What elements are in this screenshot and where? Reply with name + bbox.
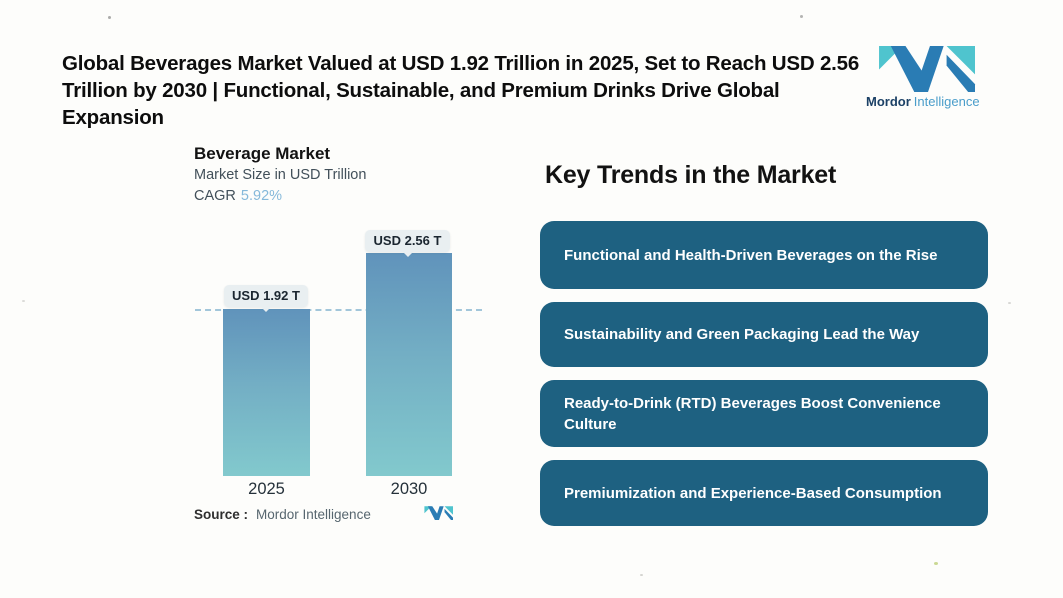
speckle — [22, 300, 25, 302]
source-label: Source : — [194, 507, 249, 522]
trend-pill-label: Functional and Health-Driven Beverages o… — [564, 246, 938, 264]
chart-title: Beverage Market — [194, 144, 331, 163]
speckle — [640, 574, 643, 576]
trend-pill-functional: Functional and Health-Driven Beverages o… — [540, 221, 988, 289]
speckle — [800, 15, 803, 18]
brand-wordmark: Mordor Intelligence — [866, 94, 991, 109]
value-label-2030: USD 2.56 T — [365, 230, 450, 252]
speckle — [1008, 302, 1011, 304]
x-axis-label-2030: 2030 — [390, 480, 428, 498]
chart-subtitle: Market Size in USD Trillion — [194, 167, 367, 183]
infographic-canvas: Global Beverages Market Valued at USD 1.… — [0, 0, 1063, 598]
mordor-logo-icon — [879, 45, 975, 92]
chart-cagr: CAGR 5.92% — [194, 188, 282, 204]
trend-pill-sustainability: Sustainability and Green Packaging Lead … — [540, 302, 988, 367]
bar-2030 — [366, 253, 452, 476]
trend-pill-label: Sustainability and Green Packaging Lead … — [564, 326, 920, 343]
trend-pill-label: Ready-to-Drink (RTD) Beverages Boost Con… — [564, 394, 941, 433]
x-axis-label-2025: 2025 — [248, 480, 285, 498]
source-logo — [424, 506, 454, 525]
value-label-2025: USD 1.92 T — [224, 285, 308, 307]
trend-pill-premiumization: Premiumization and Experience-Based Cons… — [540, 460, 988, 526]
brand-name-bold: Mordor — [866, 94, 911, 109]
cagr-value: 5.92% — [240, 188, 283, 204]
brand-logo: Mordor Intelligence — [866, 45, 991, 109]
bar-2025 — [223, 309, 310, 476]
source-value: Mordor Intelligence — [256, 507, 371, 522]
speckle — [934, 562, 938, 565]
speckle — [108, 16, 111, 19]
page-title-line2: Trillion by 2030 | Functional, Sustainab… — [62, 79, 780, 129]
brand-name-light: Intelligence — [913, 94, 980, 109]
source-row: Source : Mordor Intelligence — [194, 507, 371, 522]
trends-heading: Key Trends in the Market — [545, 161, 837, 189]
page-title: Global Beverages Market Valued at USD 1.… — [62, 50, 867, 131]
page-title-line1: Global Beverages Market Valued at USD 1.… — [62, 52, 860, 75]
mordor-logo-mark-icon — [424, 506, 453, 520]
cagr-label: CAGR — [194, 188, 236, 204]
trend-pill-label: Premiumization and Experience-Based Cons… — [564, 484, 942, 502]
trend-pill-rtd: Ready-to-Drink (RTD) Beverages Boost Con… — [540, 380, 988, 447]
